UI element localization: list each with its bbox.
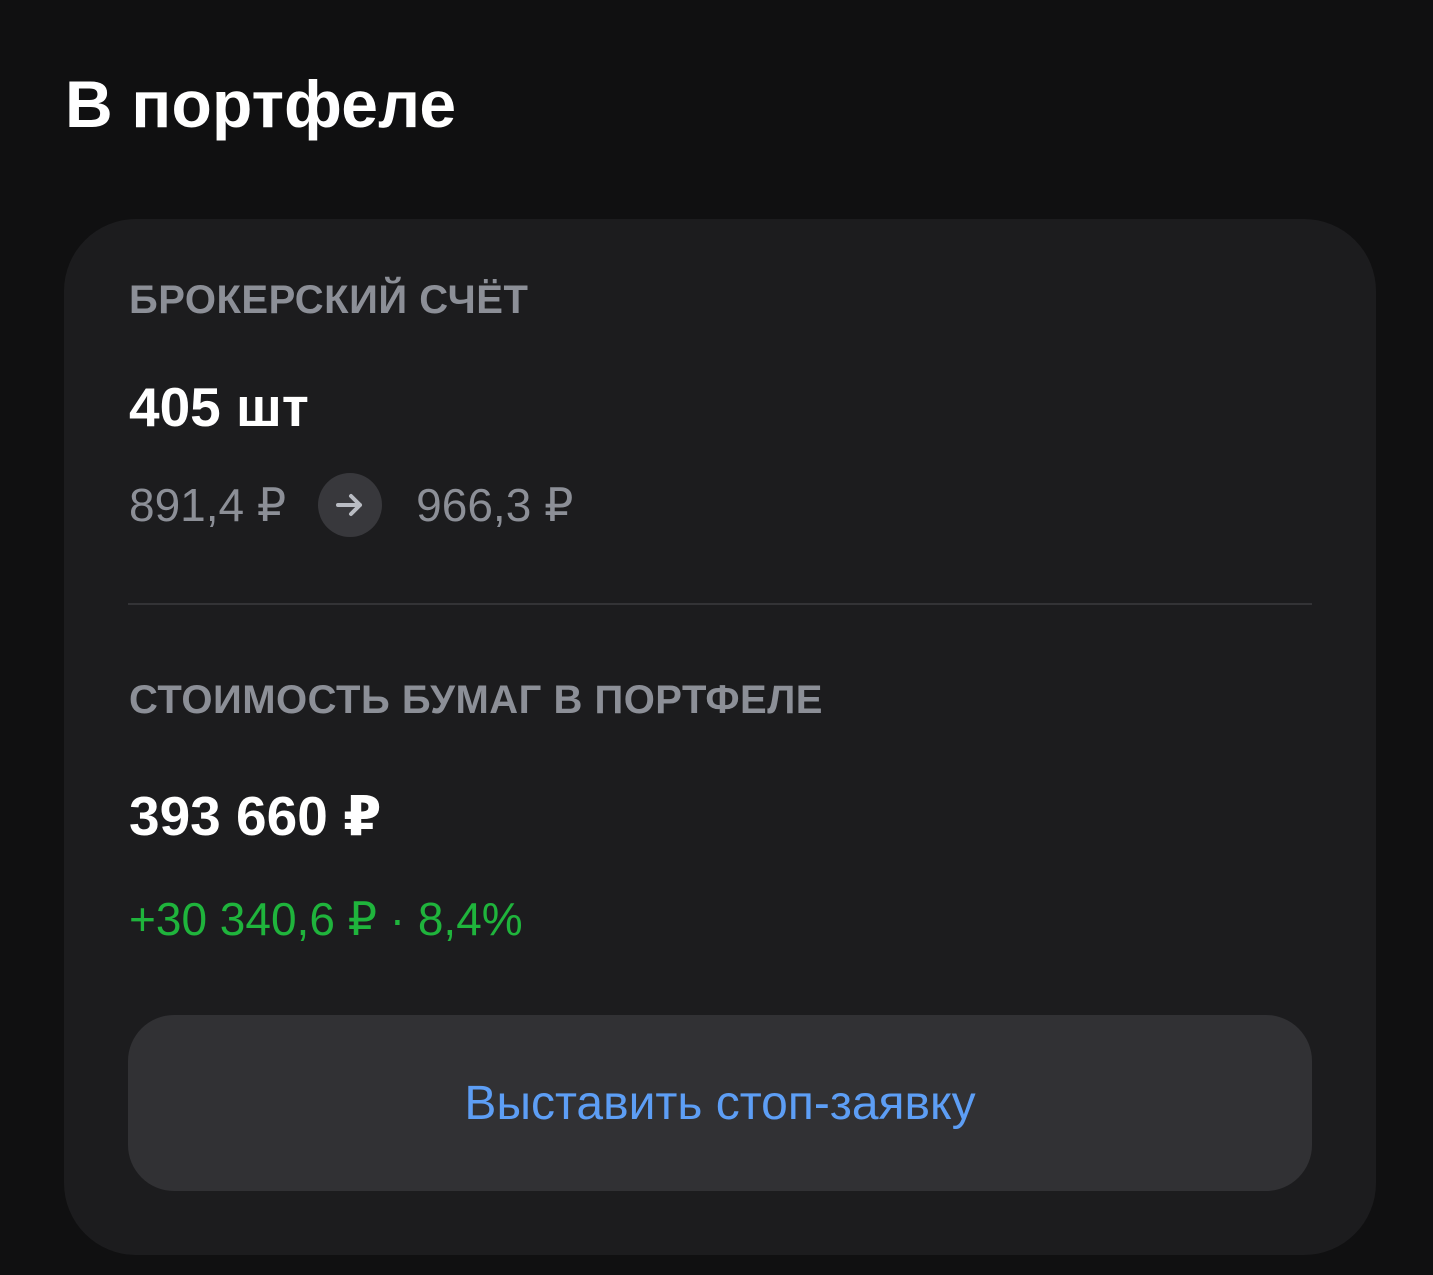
stop-order-button[interactable]: Выставить стоп-заявку (128, 1015, 1312, 1191)
profit-change: +30 340,6 ₽ · 8,4% (129, 893, 523, 945)
quantity-value: 405 шт (129, 376, 309, 438)
arrow-right-icon (318, 473, 383, 537)
divider (128, 603, 1312, 605)
brokerage-account-label: БРОКЕРСКИЙ СЧЁТ (129, 278, 529, 322)
average-price: 891,4 ₽ (129, 479, 287, 531)
portfolio-value: 393 660 ₽ (129, 785, 382, 847)
portfolio-card: БРОКЕРСКИЙ СЧЁТ 405 шт 891,4 ₽ 966,3 ₽ С… (64, 219, 1376, 1255)
page-title: В портфеле (65, 67, 457, 141)
portfolio-value-label: СТОИМОСТЬ БУМАГ В ПОРТФЕЛЕ (129, 678, 823, 722)
price-change-row: 891,4 ₽ 966,3 ₽ (129, 473, 573, 537)
current-price: 966,3 ₽ (416, 479, 574, 531)
